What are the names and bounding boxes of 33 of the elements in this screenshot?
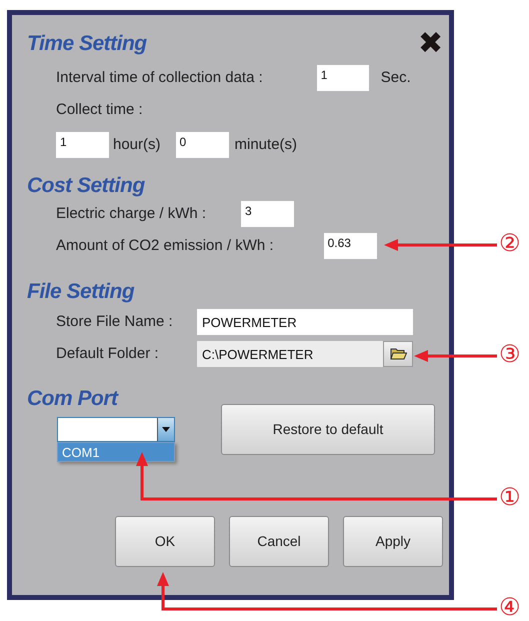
- callout-number: ④: [499, 595, 521, 621]
- folder-icon: [390, 347, 406, 361]
- field-label: Electric charge / kWh :: [56, 204, 206, 224]
- input-field[interactable]: POWERMETER: [197, 309, 413, 335]
- field-label: Default Folder :: [56, 344, 160, 364]
- browse-folder-button[interactable]: [383, 341, 413, 367]
- input-field[interactable]: 3: [241, 201, 294, 227]
- field-label: minute(s): [234, 134, 298, 155]
- input-field[interactable]: C:\POWERMETER: [197, 341, 383, 367]
- field-label: Amount of CO2 emission / kWh :: [56, 236, 274, 256]
- com-port-dropdown[interactable]: [57, 417, 175, 442]
- input-field[interactable]: 1: [56, 132, 109, 158]
- section-heading: Cost Setting: [27, 173, 145, 199]
- dialog-button[interactable]: Cancel: [229, 516, 329, 567]
- callout-number: ①: [499, 485, 521, 511]
- input-field[interactable]: 0: [176, 132, 229, 158]
- field-label: hour(s): [113, 134, 161, 155]
- input-field[interactable]: 0.63: [324, 233, 377, 259]
- callout-number: ②: [499, 231, 521, 257]
- field-label: Sec.: [380, 68, 411, 88]
- callout-number: ③: [499, 342, 521, 368]
- section-heading: File Setting: [27, 279, 134, 305]
- restore-default-button[interactable]: Restore to default: [221, 404, 435, 455]
- input-field[interactable]: 1: [316, 65, 369, 91]
- field-label: Interval time of collection data :: [56, 68, 263, 88]
- dialog-button[interactable]: Apply: [343, 516, 443, 567]
- section-heading: Time Setting: [27, 31, 147, 57]
- close-button[interactable]: ✖: [418, 29, 443, 59]
- section-heading: Com Port: [27, 386, 118, 412]
- field-label: Store File Name :: [56, 312, 174, 332]
- dialog-button[interactable]: OK: [115, 516, 215, 567]
- caret-icon: [162, 427, 170, 432]
- field-label: Collect time :: [56, 100, 143, 120]
